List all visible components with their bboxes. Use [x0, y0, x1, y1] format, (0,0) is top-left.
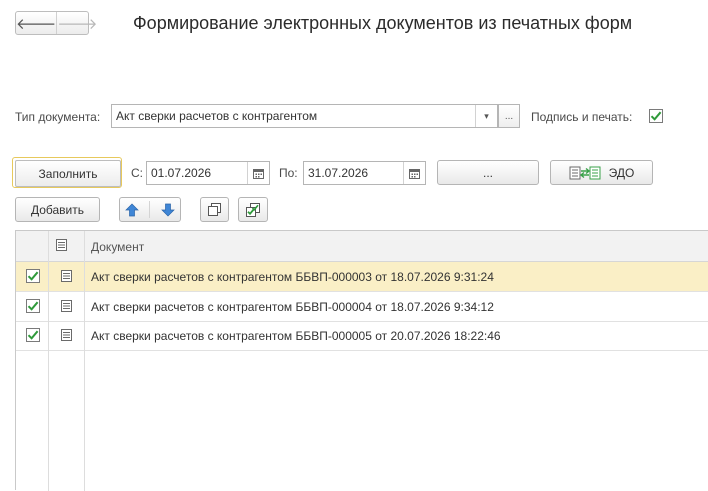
edo-exchange-icon	[569, 166, 601, 179]
copy-button[interactable]	[200, 197, 229, 222]
document-icon	[59, 328, 74, 345]
dropdown-icon[interactable]: ▾	[475, 105, 497, 127]
move-down-button[interactable]	[160, 203, 175, 217]
add-button[interactable]: Добавить	[15, 197, 100, 222]
arrow-right-icon: 🡒	[57, 15, 98, 33]
arrow-up-icon	[125, 203, 140, 216]
doc-type-label: Тип документа:	[15, 110, 101, 124]
table-row[interactable]: Акт сверки расчетов с контрагентом ББВП-…	[16, 262, 708, 292]
calendar-icon[interactable]	[403, 162, 425, 184]
row-checkbox[interactable]	[26, 328, 40, 342]
sign-label: Подпись и печать:	[531, 110, 633, 124]
checkmark-icon	[650, 111, 662, 121]
column-header-document[interactable]: Документ	[91, 240, 144, 254]
table-row[interactable]: Акт сверки расчетов с контрагентом ББВП-…	[16, 292, 708, 322]
fill-button[interactable]: Заполнить	[12, 157, 122, 188]
page-title: Формирование электронных документов из п…	[133, 13, 633, 33]
to-label: По:	[279, 166, 298, 180]
edo-button[interactable]: ЭДО	[550, 160, 653, 185]
checkmark-icon	[27, 301, 39, 311]
row-document-text: Акт сверки расчетов с контрагентом ББВП-…	[91, 300, 494, 314]
column-separator	[48, 261, 49, 491]
doc-type-field[interactable]: Акт сверки расчетов с контрагентом ▾	[111, 104, 498, 128]
doc-type-column-icon	[54, 238, 69, 255]
sign-checkbox[interactable]	[649, 109, 663, 123]
documents-table: Документ Акт сверки расчетов с контраген…	[15, 230, 708, 491]
move-buttons	[119, 197, 181, 222]
row-checkbox[interactable]	[26, 269, 40, 283]
move-up-button[interactable]	[125, 203, 140, 217]
to-date-value: 31.07.2026	[308, 166, 369, 180]
column-separator	[84, 231, 85, 261]
column-separator	[84, 261, 85, 491]
checkmark-icon	[27, 330, 39, 340]
separator	[149, 201, 151, 218]
document-icon	[59, 269, 74, 286]
from-label: С:	[131, 166, 143, 180]
doc-type-value: Акт сверки расчетов с контрагентом	[116, 109, 318, 123]
period-button-label: ...	[482, 165, 493, 180]
doc-type-select-button[interactable]: ...	[498, 104, 520, 128]
ellipsis-icon: ...	[504, 110, 514, 122]
to-date-field[interactable]: 31.07.2026	[303, 161, 426, 185]
checkmark-icon	[27, 271, 39, 281]
check-all-button[interactable]	[238, 197, 268, 222]
forward-button[interactable]: 🡒	[56, 12, 97, 34]
table-header: Документ	[16, 231, 708, 262]
row-document-text: Акт сверки расчетов с контрагентом ББВП-…	[91, 270, 494, 284]
calendar-icon[interactable]	[247, 162, 269, 184]
period-button[interactable]: ...	[437, 160, 539, 185]
navigation-buttons: 🡐 🡒	[15, 11, 97, 35]
copy-icon	[208, 203, 221, 216]
table-row[interactable]: Акт сверки расчетов с контрагентом ББВП-…	[16, 321, 708, 351]
document-icon	[59, 299, 74, 316]
fill-button-label: Заполнить	[38, 166, 98, 181]
edo-button-label: ЭДО	[608, 165, 635, 180]
row-document-text: Акт сверки расчетов с контрагентом ББВП-…	[91, 329, 501, 343]
from-date-field[interactable]: 01.07.2026	[146, 161, 270, 185]
check-all-icon	[246, 203, 260, 217]
from-date-value: 01.07.2026	[151, 166, 212, 180]
row-checkbox[interactable]	[26, 299, 40, 313]
arrow-down-icon	[160, 203, 175, 216]
arrow-left-icon: 🡐	[16, 15, 57, 33]
add-button-label: Добавить	[30, 202, 85, 217]
column-separator	[48, 231, 49, 261]
back-button[interactable]: 🡐	[16, 12, 56, 34]
